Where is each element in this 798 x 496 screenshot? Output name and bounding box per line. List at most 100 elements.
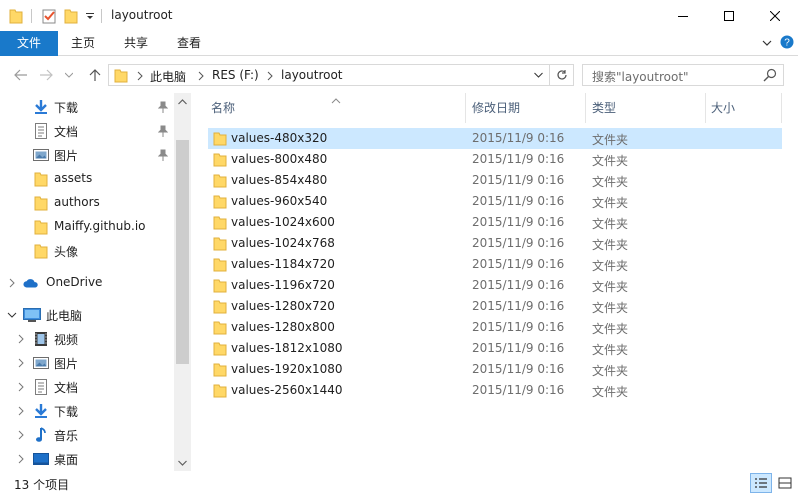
forward-button[interactable] (37, 66, 55, 84)
nav-item-documents[interactable]: 文档 (0, 119, 174, 143)
file-row[interactable]: values-854x480 2015/11/9 0:16 文件夹 (208, 170, 782, 191)
nav-item-videos[interactable]: 视频 (0, 327, 174, 351)
pin-icon[interactable] (157, 101, 169, 116)
file-name: values-1280x800 (231, 320, 335, 334)
column-header-size[interactable]: 大小 (691, 93, 781, 123)
nav-item-label: OneDrive (46, 275, 103, 289)
nav-item-pictures[interactable]: 图片 (0, 143, 174, 167)
folder-icon (114, 68, 128, 86)
chevron-right-icon[interactable] (15, 453, 27, 465)
breadcrumb-drive[interactable]: RES (F:) (212, 68, 259, 82)
column-header-type[interactable]: 类型 (572, 93, 692, 123)
file-row[interactable]: values-1280x720 2015/11/9 0:16 文件夹 (208, 296, 782, 317)
tab-share[interactable]: 共享 (108, 31, 164, 56)
file-row[interactable]: values-1280x800 2015/11/9 0:16 文件夹 (208, 317, 782, 338)
refresh-button[interactable] (550, 64, 574, 86)
maximize-button[interactable] (706, 0, 752, 31)
tab-file[interactable]: 文件 (0, 31, 58, 56)
nav-item-avatar-folder[interactable]: 头像 (0, 239, 174, 263)
chevron-down-icon[interactable] (6, 309, 18, 321)
address-bar[interactable]: 此电脑 RES (F:) layoutroot (108, 64, 550, 86)
file-row[interactable]: values-480x320 2015/11/9 0:16 文件夹 (208, 128, 782, 149)
nav-item-music[interactable]: 音乐 (0, 423, 174, 447)
file-row[interactable]: values-800x480 2015/11/9 0:16 文件夹 (208, 149, 782, 170)
search-icon[interactable] (763, 68, 777, 85)
chevron-right-icon[interactable] (15, 333, 27, 345)
file-row[interactable]: values-1920x1080 2015/11/9 0:16 文件夹 (208, 359, 782, 380)
nav-item-maiffy[interactable]: Maiffy.github.io (0, 215, 174, 239)
recent-locations-button[interactable] (63, 66, 75, 84)
file-name: values-1280x720 (231, 299, 335, 313)
nav-item-label: assets (54, 171, 93, 185)
file-row[interactable]: values-1196x720 2015/11/9 0:16 文件夹 (208, 275, 782, 296)
tab-view[interactable]: 查看 (164, 31, 214, 56)
customize-toolbar-icon[interactable] (85, 7, 95, 25)
properties-icon[interactable] (41, 7, 57, 25)
chevron-right-icon[interactable] (198, 70, 204, 84)
chevron-right-icon[interactable] (267, 70, 273, 84)
scrollbar-thumb[interactable] (176, 140, 189, 364)
column-header-date[interactable]: 修改日期 (452, 93, 572, 123)
folder-icon (213, 362, 227, 380)
nav-item-label: 音乐 (54, 429, 79, 443)
nav-item-pc-documents[interactable]: 文档 (0, 375, 174, 399)
expand-ribbon-icon[interactable] (762, 37, 772, 51)
chevron-right-icon[interactable] (15, 357, 27, 369)
nav-item-label: authors (54, 195, 100, 209)
chevron-right-icon[interactable] (137, 70, 143, 84)
chevron-right-icon[interactable] (15, 381, 27, 393)
pin-icon[interactable] (157, 125, 169, 140)
scroll-up-button[interactable] (174, 93, 191, 110)
file-row[interactable]: values-1024x768 2015/11/9 0:16 文件夹 (208, 233, 782, 254)
navigation-scrollbar[interactable] (174, 93, 191, 471)
file-name: values-1024x768 (231, 236, 335, 250)
nav-item-label: 图片 (54, 357, 79, 371)
nav-item-this-pc[interactable]: 此电脑 (0, 303, 174, 327)
music-icon (33, 427, 49, 443)
nav-item-desktop[interactable]: 桌面 (0, 447, 174, 471)
folder-icon (213, 236, 227, 254)
onedrive-icon (23, 275, 39, 291)
breadcrumb-this-pc[interactable]: 此电脑 (150, 68, 186, 85)
nav-item-onedrive[interactable]: OneDrive (0, 271, 174, 295)
up-button[interactable] (86, 66, 104, 84)
pin-icon[interactable] (157, 149, 169, 164)
nav-item-pc-downloads[interactable]: 下载 (0, 399, 174, 423)
folder-icon[interactable] (9, 7, 23, 25)
chevron-right-icon[interactable] (15, 405, 27, 417)
column-divider[interactable] (781, 93, 782, 123)
address-history-button[interactable] (528, 64, 550, 86)
file-name: values-480x320 (231, 131, 328, 145)
file-name: values-1196x720 (231, 278, 335, 292)
nav-item-pc-pictures[interactable]: 图片 (0, 351, 174, 375)
file-row[interactable]: values-2560x1440 2015/11/9 0:16 文件夹 (208, 380, 782, 401)
file-row[interactable]: values-1812x1080 2015/11/9 0:16 文件夹 (208, 338, 782, 359)
new-folder-icon[interactable] (64, 7, 78, 25)
chevron-up-icon (178, 98, 187, 104)
nav-item-downloads[interactable]: 下载 (0, 95, 174, 119)
tab-home[interactable]: 主页 (58, 31, 108, 56)
chevron-right-icon[interactable] (6, 277, 18, 289)
desktop-icon (33, 451, 49, 467)
breadcrumb-current-folder[interactable]: layoutroot (281, 68, 343, 82)
details-view-button[interactable] (750, 473, 772, 493)
search-input[interactable]: 搜索"layoutroot" (582, 64, 784, 86)
file-row[interactable]: values-960x540 2015/11/9 0:16 文件夹 (208, 191, 782, 212)
file-row[interactable]: values-1184x720 2015/11/9 0:16 文件夹 (208, 254, 782, 275)
chevron-right-icon[interactable] (15, 429, 27, 441)
back-button[interactable] (12, 66, 30, 84)
file-row[interactable]: values-1024x600 2015/11/9 0:16 文件夹 (208, 212, 782, 233)
folder-icon (213, 173, 227, 191)
nav-item-assets[interactable]: assets (0, 167, 174, 191)
file-type: 文件夹 (592, 364, 629, 378)
column-header-name[interactable]: 名称 (191, 93, 465, 123)
window-title: layoutroot (111, 8, 173, 22)
minimize-button[interactable] (660, 0, 706, 31)
file-modified-date: 2015/11/9 0:16 (472, 236, 565, 250)
scroll-down-button[interactable] (174, 454, 191, 471)
nav-item-authors[interactable]: authors (0, 191, 174, 215)
close-button[interactable] (752, 0, 798, 31)
large-icons-view-button[interactable] (774, 473, 796, 493)
file-modified-date: 2015/11/9 0:16 (472, 383, 565, 397)
help-icon[interactable]: ? (780, 35, 794, 52)
